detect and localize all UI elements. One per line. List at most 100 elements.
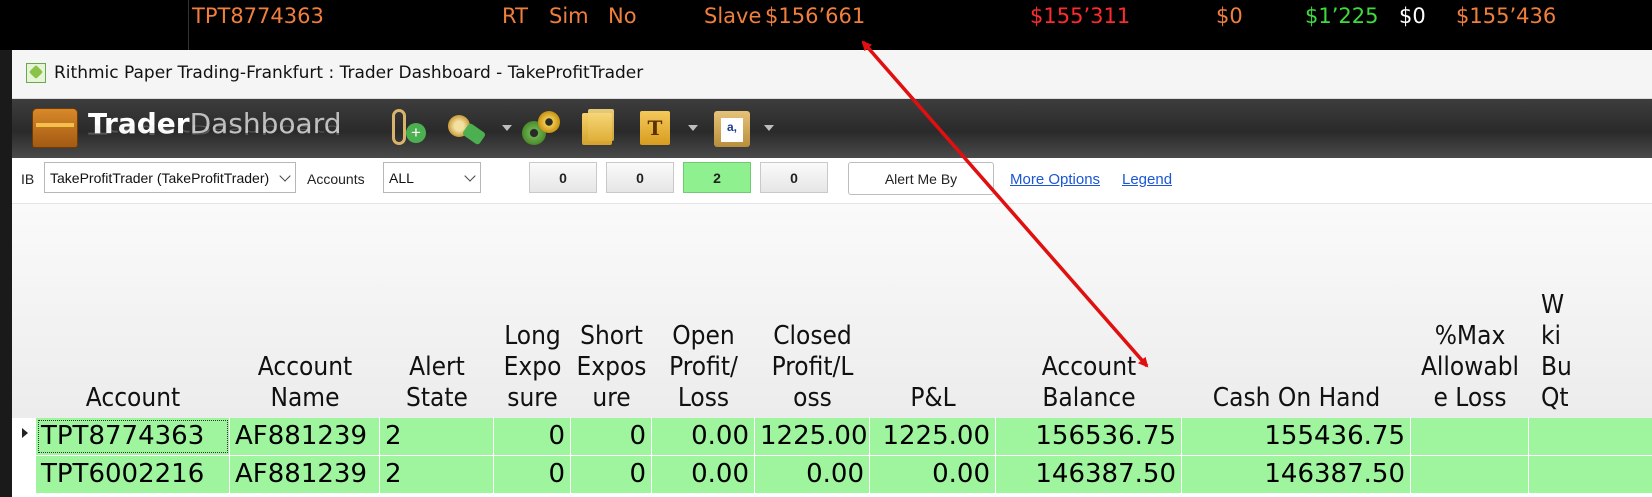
filter-bar: IB TakeProfitTrader (TakeProfitTrader) A… — [12, 158, 1652, 204]
account-summary-strip: TPT8774363 RT Sim No Slave $156’661 $155… — [0, 0, 1652, 50]
ib-select-value: TakeProfitTrader (TakeProfitTrader) — [50, 170, 269, 186]
cell-alert-state[interactable]: 2 — [380, 418, 494, 455]
folder-icon[interactable] — [580, 109, 618, 147]
column-header[interactable]: Short Expos ure — [571, 204, 652, 418]
treasure-chest-logo-icon — [32, 108, 78, 148]
cell-closed-pl[interactable]: 0.00 — [755, 456, 870, 493]
column-header-label: %Max Allowabl e Loss — [1420, 321, 1520, 413]
column-header[interactable]: %Max Allowabl e Loss — [1411, 204, 1529, 418]
column-header-label: Cash On Hand — [1212, 383, 1381, 413]
strip-sim: Sim — [549, 4, 589, 28]
logo-reflection-light: Dashboard — [189, 122, 342, 137]
column-header[interactable]: Open Profit/ Loss — [652, 204, 755, 418]
column-header[interactable]: W ki Bu Qt — [1529, 204, 1652, 418]
cell-long-exposure[interactable]: 0 — [494, 418, 571, 455]
column-header[interactable]: Account — [36, 204, 230, 418]
strip-zero-1: $0 — [1216, 4, 1243, 28]
cell-cash-on-hand[interactable]: 155436.75 — [1182, 418, 1411, 455]
column-header-label: Open Profit/ Loss — [669, 321, 738, 413]
column-header[interactable]: P&L — [870, 204, 996, 418]
cell-pnl[interactable]: 0.00 — [870, 456, 996, 493]
accounts-grid: Account Account Name Alert State Long Ex… — [12, 204, 1652, 497]
strip-rt: RT — [502, 4, 528, 28]
column-header[interactable]: Account Balance — [996, 204, 1182, 418]
accounts-label: Accounts — [307, 171, 365, 187]
ib-label: IB — [21, 171, 35, 187]
counter-2[interactable]: 0 — [606, 162, 674, 193]
strip-cash: $155’436 — [1456, 4, 1557, 28]
table-row[interactable]: TPT8774363 AF881239 2 0 0 0.00 1225.00 1… — [36, 418, 1652, 455]
column-header-label: W ki Bu Qt — [1541, 290, 1572, 413]
strip-no: No — [608, 4, 637, 28]
template-dropdown-arrow-icon[interactable] — [688, 125, 698, 131]
cell-account-balance[interactable]: 156536.75 — [996, 418, 1182, 455]
cell-account-name[interactable]: AF881239 — [230, 456, 380, 493]
cell-max-allowable-loss[interactable] — [1411, 418, 1529, 455]
chevron-down-icon — [279, 170, 291, 182]
accounts-select-value: ALL — [389, 170, 414, 186]
legend-link[interactable]: Legend — [1122, 171, 1172, 188]
add-attachment-icon[interactable] — [388, 109, 426, 147]
cell-open-pl[interactable]: 0.00 — [652, 418, 755, 455]
tools-dropdown-arrow-icon[interactable] — [502, 125, 512, 131]
cell-short-exposure[interactable]: 0 — [571, 456, 652, 493]
logo-reflection: TraderDashboard — [88, 122, 342, 137]
cell-account[interactable]: TPT6002216 — [36, 456, 230, 493]
cell-account-balance[interactable]: 146387.50 — [996, 456, 1182, 493]
column-header-label: Long Expo sure — [503, 321, 562, 413]
clipboard-dropdown-arrow-icon[interactable] — [764, 125, 774, 131]
toolbar: TraderDashboard TraderDashboard T a, — [12, 99, 1652, 158]
cell-working-buy-qty[interactable] — [1529, 418, 1652, 455]
column-header[interactable]: Account Name — [230, 204, 380, 418]
more-options-link[interactable]: More Options — [1010, 171, 1100, 188]
current-row-arrow-icon — [22, 428, 28, 438]
column-header[interactable]: Closed Profit/L oss — [755, 204, 870, 418]
cell-closed-pl[interactable]: 1225.00 — [755, 418, 870, 455]
strip-balance: $156’661 — [765, 4, 866, 28]
clipboard-letter: a, — [726, 120, 737, 134]
strip-slave: Slave — [704, 4, 762, 28]
alert-me-by-button[interactable]: Alert Me By — [848, 162, 994, 195]
column-header-label: Account Name — [257, 352, 353, 413]
column-header-label: P&L — [910, 383, 956, 413]
window-title: Rithmic Paper Trading-Frankfurt : Trader… — [54, 63, 644, 83]
clipboard-icon[interactable]: a, — [712, 109, 754, 147]
cell-working-buy-qty[interactable] — [1529, 456, 1652, 493]
strip-pnl: $1’225 — [1305, 4, 1379, 28]
cell-long-exposure[interactable]: 0 — [494, 456, 571, 493]
strip-value-red: $155’311 — [1030, 4, 1131, 28]
strip-zero-2: $0 — [1399, 4, 1426, 28]
window-titlebar[interactable]: Rithmic Paper Trading-Frankfurt : Trader… — [12, 50, 1652, 99]
table-row[interactable]: TPT6002216 AF881239 2 0 0 0.00 0.00 0.00… — [36, 456, 1652, 493]
column-header[interactable]: Long Expo sure — [494, 204, 571, 418]
column-header-label: Short Expos ure — [576, 321, 647, 413]
settings-gears-icon[interactable] — [522, 109, 564, 147]
template-document-icon[interactable]: T — [638, 109, 674, 147]
cell-account-name[interactable]: AF881239 — [230, 418, 380, 455]
ib-select[interactable]: TakeProfitTrader (TakeProfitTrader) — [44, 162, 296, 193]
counter-4[interactable]: 0 — [760, 162, 828, 193]
tools-icon[interactable] — [446, 109, 490, 147]
column-header-label: Account — [85, 383, 181, 413]
chevron-down-icon — [464, 170, 476, 182]
logo-reflection-bold: Trader — [88, 122, 190, 137]
cell-pnl[interactable]: 1225.00 — [870, 418, 996, 455]
cell-short-exposure[interactable]: 0 — [571, 418, 652, 455]
cell-alert-state[interactable]: 2 — [380, 456, 494, 493]
column-header[interactable]: Cash On Hand — [1182, 204, 1411, 418]
cell-account[interactable]: TPT8774363 — [36, 418, 230, 455]
accounts-select[interactable]: ALL — [383, 162, 481, 193]
counter-3[interactable]: 2 — [683, 162, 751, 193]
cell-max-allowable-loss[interactable] — [1411, 456, 1529, 493]
column-header-label: Closed Profit/L oss — [771, 321, 854, 413]
column-header-label: Account Balance — [1041, 352, 1137, 413]
column-header[interactable]: Alert State — [380, 204, 494, 418]
cell-open-pl[interactable]: 0.00 — [652, 456, 755, 493]
strip-account: TPT8774363 — [192, 4, 324, 28]
app-icon — [26, 63, 46, 83]
cell-cash-on-hand[interactable]: 146387.50 — [1182, 456, 1411, 493]
column-header-label: Alert State — [406, 352, 468, 413]
template-letter: T — [647, 116, 663, 140]
strip-divider — [188, 0, 189, 50]
counter-1[interactable]: 0 — [529, 162, 597, 193]
